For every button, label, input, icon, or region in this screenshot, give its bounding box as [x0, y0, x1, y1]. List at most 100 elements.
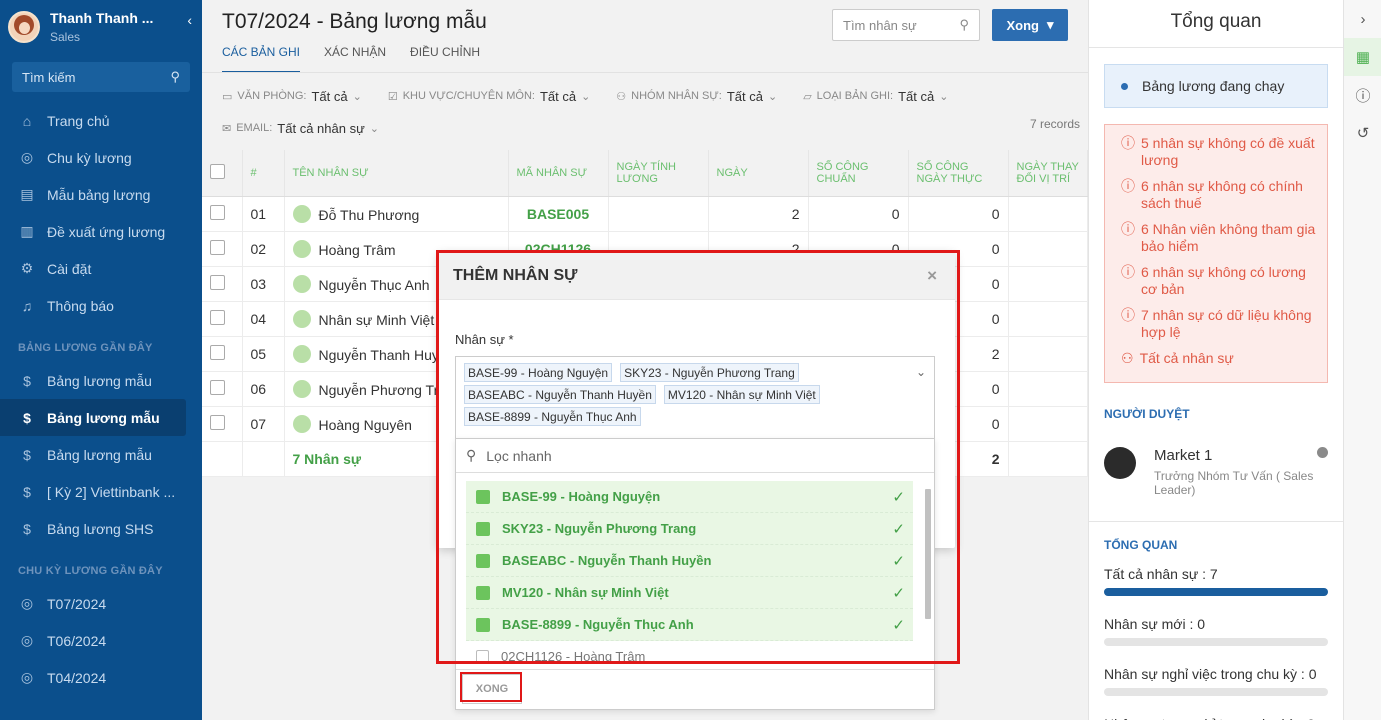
col-header-actual[interactable]: SỐ CÔNG NGÀY THỰC — [908, 150, 1009, 197]
filter-type-label: LOẠI BẢN GHI: — [816, 90, 894, 102]
approver[interactable]: Market 1 Trưởng Nhóm Tư Vấn ( Sales Lead… — [1104, 447, 1328, 497]
filter-type[interactable]: ▱ LOẠI BẢN GHI: Tất cả ⌄ — [803, 89, 948, 104]
warning-item[interactable]: ⓘ 6 Nhân viên không tham gia bảo hiểm — [1121, 221, 1319, 255]
row-checkbox[interactable] — [210, 344, 225, 360]
chevron-down-icon: ⌄ — [369, 122, 379, 135]
col-header-position-change[interactable]: NGÀY THAY ĐỔI VỊ TRÍ — [1008, 150, 1088, 197]
col-header-pay-date[interactable]: NGÀY TÍNH LƯƠNG — [608, 150, 709, 197]
row-select[interactable] — [202, 336, 243, 372]
sidebar-item-0[interactable]: ⌂ Trang chủ — [0, 102, 202, 139]
staff-multiselect[interactable]: ⌄ BASE-99 - Hoàng Nguyện SKY23 - Nguyễn P… — [455, 356, 935, 440]
staff-search-placeholder: Tìm nhân sự — [843, 17, 917, 33]
recent-payroll-item[interactable]: $ Bảng lương mẫu — [0, 399, 186, 436]
row-checkbox[interactable] — [210, 274, 225, 290]
row-select[interactable] — [202, 301, 243, 337]
approver-title: NGƯỜI DUYỆT — [1104, 407, 1190, 421]
table-row[interactable]: 01 Đỗ Thu Phương BASE005 2 0 0 — [202, 196, 1088, 232]
scrollbar-thumb[interactable] — [925, 489, 931, 619]
sidebar-search-input[interactable]: Tìm kiếm ⚲ — [12, 62, 190, 92]
select-all-checkbox[interactable] — [210, 163, 225, 179]
avatar — [292, 344, 311, 363]
sidebar-item-1[interactable]: ◎ Chu kỳ lương — [0, 139, 202, 176]
close-icon[interactable]: × — [927, 266, 937, 286]
col-header-code[interactable]: MÃ NHÂN SỰ — [508, 150, 609, 197]
warning-item[interactable]: ⓘ 5 nhân sự không có đề xuất lương — [1121, 135, 1319, 169]
done-button[interactable]: Xong ▾ — [992, 9, 1068, 41]
stat-item: Nhân sự nghỉ việc trong chu kỳ : 0 — [1104, 666, 1328, 696]
grid-icon[interactable]: ▦ — [1344, 38, 1381, 76]
recent-payroll-item[interactable]: $ Bảng lương SHS — [0, 510, 202, 547]
col-header-day[interactable]: NGÀY — [708, 150, 809, 197]
row-select[interactable] — [202, 406, 243, 442]
user-profile[interactable]: Thanh Thanh ... Sales ‹ — [0, 0, 202, 54]
col-header-standard[interactable]: SỐ CÔNG CHUẨN — [808, 150, 909, 197]
avatar — [292, 379, 311, 398]
staff-option[interactable]: 02CH1126 - Hoàng Trâm — [466, 641, 913, 666]
info-icon[interactable]: ⓘ — [1344, 76, 1381, 114]
sidebar-item-3[interactable]: ▥ Đề xuất ứng lương — [0, 213, 202, 250]
all-staff-link[interactable]: ⚇ Tất cả nhân sự — [1121, 350, 1319, 367]
collapse-panel-icon[interactable]: › — [1344, 0, 1381, 38]
staff-option[interactable]: MV120 - Nhân sự Minh Việt ✓ — [466, 577, 913, 609]
row-checkbox[interactable] — [210, 414, 225, 430]
row-select[interactable] — [202, 266, 243, 302]
collapse-sidebar-icon[interactable]: ‹ — [187, 12, 192, 28]
selected-staff-tag[interactable]: BASE-8899 - Nguyễn Thục Anh — [464, 407, 641, 426]
filter-region[interactable]: ☑ KHU VỰC/CHUYÊN MÔN: Tất cả ⌄ — [388, 89, 590, 104]
approver-role: Trưởng Nhóm Tư Vấn ( Sales Leader) — [1154, 469, 1314, 497]
checked-checkbox-icon — [476, 617, 490, 632]
chevron-down-icon: ⌄ — [352, 90, 362, 103]
col-header-name[interactable]: TÊN NHÂN SỰ — [284, 150, 509, 197]
selected-staff-tag[interactable]: SKY23 - Nguyễn Phương Trang — [620, 363, 799, 382]
row-checkbox[interactable] — [210, 239, 225, 255]
staff-option[interactable]: BASE-8899 - Nguyễn Thục Anh ✓ — [466, 609, 913, 641]
recent-payroll-item[interactable]: $ [ Kỳ 2] Viettinbank ... — [0, 473, 202, 510]
staff-option[interactable]: BASEABC - Nguyễn Thanh Huyền ✓ — [466, 545, 913, 577]
dollar-icon: $ — [23, 520, 31, 537]
caret-down-icon: ▾ — [1046, 17, 1054, 32]
row-select[interactable] — [202, 196, 243, 232]
select-all-header[interactable] — [202, 150, 243, 197]
row-select[interactable] — [202, 371, 243, 407]
dropdown-scrollbar[interactable] — [924, 481, 932, 666]
tab-adjust[interactable]: ĐIỀU CHỈNH — [410, 45, 480, 73]
selected-staff-tag[interactable]: MV120 - Nhân sự Minh Việt — [663, 385, 820, 404]
tab-confirm[interactable]: XÁC NHẬN — [324, 45, 386, 73]
sidebar-item-5[interactable]: ♫ Thông báo — [0, 287, 202, 324]
col-header-no[interactable]: # — [242, 150, 285, 197]
warning-item[interactable]: ⓘ 6 nhân sự không có chính sách thuế — [1121, 178, 1319, 212]
xong-button[interactable]: XONG — [462, 674, 522, 704]
recent-cycle-item[interactable]: ◎ T06/2024 — [0, 622, 202, 659]
filter-region-label: KHU VỰC/CHUYÊN MÔN: — [402, 90, 535, 102]
recent-cycle-item[interactable]: ◎ T04/2024 — [0, 659, 202, 696]
quick-filter-input[interactable]: ⚲ Lọc nhanh — [456, 439, 934, 473]
row-position-change — [1008, 336, 1088, 372]
filter-office[interactable]: ▭ VĂN PHÒNG: Tất cả ⌄ — [222, 89, 362, 104]
recent-payroll-item[interactable]: $ Bảng lương mẫu — [0, 436, 202, 473]
row-checkbox[interactable] — [210, 379, 225, 395]
recent-cycle-item[interactable]: ◎ T07/2024 — [0, 585, 202, 622]
filter-group[interactable]: ⚇ NHÓM NHÂN SỰ: Tất cả ⌄ — [616, 89, 777, 104]
history-icon[interactable]: ↺ — [1344, 114, 1381, 152]
recent-cycle-title: CHU KỲ LƯƠNG GẦN ĐÂY — [18, 565, 163, 577]
row-checkbox[interactable] — [210, 204, 225, 220]
selected-staff-tag[interactable]: BASE-99 - Hoàng Nguyện — [464, 363, 613, 382]
staff-search-input[interactable]: Tìm nhân sự ⚲ — [832, 9, 980, 41]
recent-payroll-item[interactable]: $ Bảng lương mẫu — [0, 362, 202, 399]
app-root: Thanh Thanh ... Sales ‹ Tìm kiếm ⚲ ⌂ Tran… — [0, 0, 1381, 720]
staff-option[interactable]: BASE-99 - Hoàng Nguyện ✓ — [466, 481, 913, 513]
sidebar-item-4[interactable]: ⚙ Cài đặt — [0, 250, 202, 287]
warning-item[interactable]: ⓘ 7 nhân sự có dữ liệu không hợp lệ — [1121, 307, 1319, 341]
warning-item[interactable]: ⓘ 6 nhân sự không có lương cơ bản — [1121, 264, 1319, 298]
selected-staff-tag[interactable]: BASEABC - Nguyễn Thanh Huyền — [464, 385, 656, 404]
users-icon: ⚇ — [1121, 350, 1134, 366]
row-day: 2 — [708, 196, 809, 232]
filter-email[interactable]: ✉ EMAIL: Tất cả nhân sự ⌄ — [222, 121, 379, 136]
staff-option[interactable]: SKY23 - Nguyễn Phương Trang ✓ — [466, 513, 913, 545]
stat-label: Nhân sự nghỉ việc trong chu kỳ : 0 — [1104, 666, 1317, 682]
sidebar-item-2[interactable]: ▤ Mẫu bảng lương — [0, 176, 202, 213]
tab-records[interactable]: CÁC BẢN GHI — [222, 45, 301, 73]
row-position-change — [1008, 266, 1088, 302]
row-checkbox[interactable] — [210, 309, 225, 325]
row-select[interactable] — [202, 231, 243, 267]
